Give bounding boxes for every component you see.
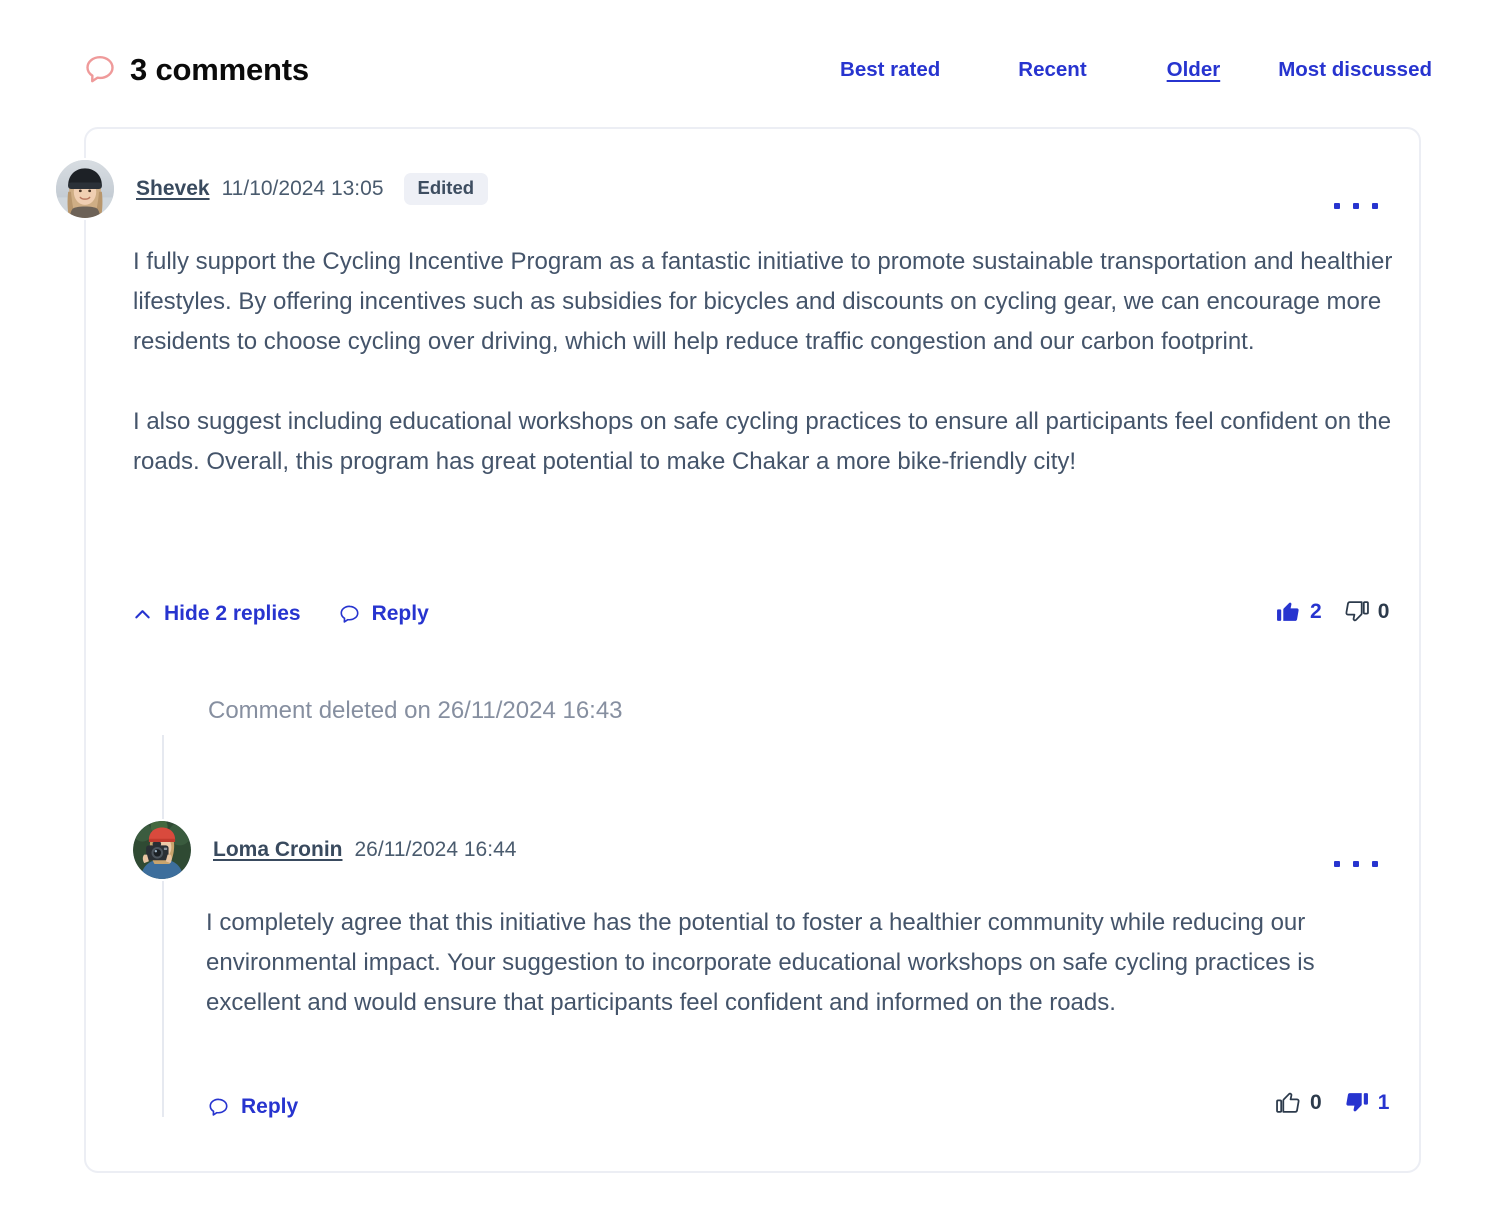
reply-vote-controls: 0 1 bbox=[1276, 1090, 1389, 1115]
toggle-replies-label: Hide 2 replies bbox=[164, 602, 301, 625]
downvote-count: 1 bbox=[1377, 1091, 1390, 1114]
comments-header-left: 3 comments bbox=[84, 52, 309, 88]
sort-option-recent[interactable]: Recent bbox=[1018, 58, 1086, 82]
sort-option-older[interactable]: Older bbox=[1167, 58, 1221, 82]
avatar[interactable] bbox=[131, 819, 193, 881]
ellipsis-icon-dot bbox=[1334, 203, 1340, 209]
deleted-comment-note: Comment deleted on 26/11/2024 16:43 bbox=[208, 697, 623, 724]
comment-bubble-icon bbox=[209, 1097, 228, 1116]
comments-card: Shevek 11/10/2024 13:05 Edited I fully s… bbox=[54, 127, 1421, 1173]
upvote-control[interactable]: 0 bbox=[1276, 1090, 1322, 1115]
chevron-up-icon bbox=[135, 609, 150, 618]
comment-paragraph: I fully support the Cycling Incentive Pr… bbox=[133, 248, 1393, 355]
comment-header: Shevek 11/10/2024 13:05 Edited bbox=[54, 158, 489, 220]
ellipsis-icon-dot bbox=[1334, 861, 1340, 867]
downvote-control[interactable]: 0 bbox=[1344, 599, 1390, 624]
avatar[interactable] bbox=[54, 158, 116, 220]
ellipsis-icon-dot bbox=[1353, 203, 1359, 209]
comment-bubble-icon bbox=[86, 56, 114, 83]
edited-badge: Edited bbox=[403, 173, 489, 205]
thumbs-up-filled-icon bbox=[1277, 602, 1299, 621]
ellipsis-icon-dot bbox=[1353, 861, 1359, 867]
comments-page: 3 comments Best rated Recent Older Most … bbox=[0, 0, 1486, 1232]
comment-author-name[interactable]: Shevek bbox=[136, 177, 210, 201]
upvote-count: 0 bbox=[1310, 1091, 1322, 1114]
reply-timestamp: 26/11/2024 16:44 bbox=[354, 838, 517, 861]
sort-nav: Best rated Recent Older Most discussed bbox=[840, 58, 1432, 82]
ellipsis-icon-dot bbox=[1372, 861, 1378, 867]
comment-paragraph: I also suggest including educational wor… bbox=[133, 408, 1392, 475]
reply-button[interactable]: Reply bbox=[339, 602, 429, 626]
upvote-control[interactable]: 2 bbox=[1276, 599, 1322, 624]
reply-paragraph: I completely agree that this initiative … bbox=[206, 909, 1315, 1016]
reply-header: Loma Cronin 26/11/2024 16:44 bbox=[131, 819, 516, 881]
comment-timestamp: 11/10/2024 13:05 bbox=[221, 177, 384, 200]
thumbs-down-outline-icon bbox=[1345, 601, 1369, 622]
reply-author-name[interactable]: Loma Cronin bbox=[213, 838, 343, 862]
reply-button[interactable]: Reply bbox=[208, 1095, 298, 1119]
comment-options-menu-button[interactable] bbox=[1334, 189, 1378, 223]
comment-action-row: Hide 2 replies Reply bbox=[133, 602, 429, 626]
reply-action-row: Reply bbox=[208, 1095, 298, 1119]
toggle-replies-button[interactable]: Hide 2 replies bbox=[133, 602, 301, 626]
comment-bubble-icon bbox=[340, 604, 359, 623]
comment-vote-controls: 2 0 bbox=[1276, 599, 1389, 624]
downvote-control[interactable]: 1 bbox=[1344, 1090, 1390, 1115]
sort-option-best-rated[interactable]: Best rated bbox=[840, 58, 940, 82]
thumbs-up-outline-icon bbox=[1276, 1092, 1300, 1113]
reply-label: Reply bbox=[241, 1095, 299, 1118]
reply-body: I completely agree that this initiative … bbox=[206, 903, 1396, 1023]
reply-options-menu-button[interactable] bbox=[1334, 847, 1378, 881]
comments-header: 3 comments Best rated Recent Older Most … bbox=[84, 42, 1432, 98]
upvote-count: 2 bbox=[1310, 600, 1322, 623]
comments-count-title: 3 comments bbox=[130, 52, 309, 87]
sort-option-most-discussed[interactable]: Most discussed bbox=[1278, 58, 1432, 82]
thread-connector-line bbox=[162, 735, 164, 1117]
ellipsis-icon-dot bbox=[1372, 203, 1378, 209]
downvote-count: 0 bbox=[1377, 600, 1390, 623]
comment-body: I fully support the Cycling Incentive Pr… bbox=[133, 242, 1395, 482]
thumbs-down-filled-icon bbox=[1346, 1093, 1368, 1112]
reply-label: Reply bbox=[371, 602, 429, 625]
